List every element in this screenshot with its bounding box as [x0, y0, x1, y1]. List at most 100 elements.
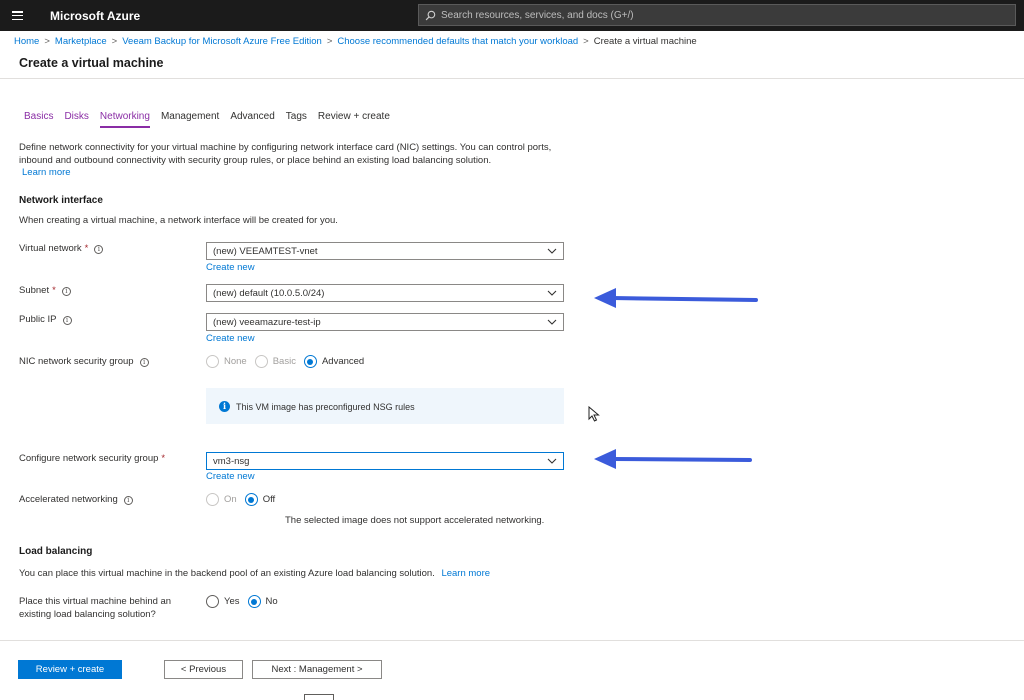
subnet-dropdown[interactable]: (new) default (10.0.5.0/24): [206, 284, 564, 302]
info-icon[interactable]: i: [123, 496, 133, 505]
chevron-down-icon: [547, 458, 557, 464]
create-new-vnet-link[interactable]: Create new: [206, 262, 255, 273]
review-create-button[interactable]: Review + create: [18, 660, 122, 679]
public-ip-value: (new) veeamazure-test-ip: [213, 317, 321, 328]
annotation-arrow-icon: [594, 449, 752, 469]
info-icon: i: [219, 401, 230, 412]
search-box[interactable]: Search resources, services, and docs (G+…: [418, 4, 1016, 26]
accelerated-radio-group: On Off: [206, 493, 283, 506]
taskbar-box: [304, 694, 334, 700]
previous-button[interactable]: < Previous: [164, 660, 243, 679]
section-heading-network-interface: Network interface: [19, 195, 103, 206]
accelerated-networking-label: Accelerated networking i: [19, 494, 133, 505]
radio-off[interactable]: Off: [244, 493, 276, 506]
breadcrumb-separator: >: [111, 36, 118, 47]
radio-circle[interactable]: [206, 595, 219, 608]
radio-none[interactable]: None: [206, 355, 247, 368]
breadcrumb-home[interactable]: Home: [14, 36, 39, 47]
network-interface-subtext: When creating a virtual machine, a netwo…: [19, 215, 338, 226]
configure-nsg-value: vm3-nsg: [213, 456, 250, 467]
info-icon[interactable]: i: [139, 358, 149, 367]
info-icon[interactable]: i: [94, 245, 104, 254]
divider: [0, 78, 1024, 79]
load-balancing-radio-group: Yes No: [206, 595, 286, 608]
radio-circle[interactable]: [206, 355, 219, 368]
tab-networking[interactable]: Networking: [99, 111, 150, 128]
info-box-text: This VM image has preconfigured NSG rule…: [236, 402, 415, 412]
nic-nsg-label-text: NIC network security group: [19, 356, 134, 367]
chevron-down-icon: [547, 248, 557, 254]
intro-description: Define network connectivity for your vir…: [19, 142, 552, 166]
info-icon[interactable]: i: [61, 287, 71, 296]
radio-yes[interactable]: Yes: [206, 595, 240, 608]
public-ip-dropdown[interactable]: (new) veeamazure-test-ip: [206, 313, 564, 331]
footer-divider: [0, 640, 1024, 641]
tab-tags[interactable]: Tags: [286, 111, 307, 128]
mouse-cursor-icon: [588, 406, 600, 422]
chevron-down-icon: [547, 319, 557, 325]
radio-circle[interactable]: [303, 355, 317, 368]
nic-nsg-radio-group: None Basic Advanced: [206, 355, 372, 368]
tab-disks[interactable]: Disks: [64, 111, 88, 128]
public-ip-label: Public IP i: [19, 314, 72, 325]
chevron-down-icon: [547, 290, 557, 296]
breadcrumb-separator: >: [326, 36, 333, 47]
brand-title[interactable]: Microsoft Azure: [50, 9, 140, 23]
tab-management[interactable]: Management: [161, 111, 219, 128]
annotation-arrow-icon: [594, 288, 758, 308]
virtual-network-label-text: Virtual network: [19, 243, 82, 254]
radio-advanced[interactable]: Advanced: [303, 355, 364, 368]
learn-more-link[interactable]: Learn more: [441, 568, 490, 579]
breadcrumb-separator: >: [583, 36, 589, 47]
required-marker: *: [52, 285, 56, 296]
learn-more-link[interactable]: Learn more: [22, 167, 71, 178]
subnet-label-text: Subnet: [19, 285, 50, 296]
menu-icon[interactable]: [12, 11, 23, 21]
radio-label: On: [224, 494, 237, 505]
nic-nsg-label: NIC network security group i: [19, 356, 149, 367]
breadcrumb-marketplace[interactable]: Marketplace: [55, 36, 107, 47]
breadcrumb-current: Create a virtual machine: [593, 36, 697, 47]
next-management-button[interactable]: Next : Management >: [252, 660, 382, 679]
tab-advanced[interactable]: Advanced: [230, 111, 274, 128]
tab-review-create[interactable]: Review + create: [318, 111, 390, 128]
virtual-network-label: Virtual network * i: [19, 243, 104, 254]
question-line-2: existing load balancing solution?: [19, 609, 156, 620]
radio-circle[interactable]: [254, 355, 268, 368]
radio-basic[interactable]: Basic: [254, 355, 296, 368]
configure-nsg-dropdown[interactable]: vm3-nsg: [206, 452, 564, 470]
tab-basics[interactable]: Basics: [24, 111, 53, 128]
top-bar: Microsoft Azure Search resources, servic…: [0, 0, 1024, 31]
public-ip-label-text: Public IP: [19, 314, 57, 325]
create-new-nsg-link[interactable]: Create new: [206, 471, 255, 482]
search-icon: [425, 10, 436, 21]
wizard-tabs: Basics Disks Networking Management Advan…: [24, 111, 401, 128]
breadcrumb: Home > Marketplace > Veeam Backup for Micros…: [14, 36, 697, 47]
create-new-public-ip-link[interactable]: Create new: [206, 333, 255, 344]
breadcrumb-veeam[interactable]: Veeam Backup for Microsoft Azure Free Ed…: [122, 36, 322, 47]
required-marker: *: [84, 243, 89, 254]
required-marker: *: [161, 453, 166, 464]
nsg-info-box: i This VM image has preconfigured NSG ru…: [206, 388, 564, 424]
question-line-1: Place this virtual machine behind an: [19, 596, 172, 607]
subnet-value: (new) default (10.0.5.0/24): [213, 288, 325, 299]
radio-label: None: [224, 356, 247, 367]
radio-circle[interactable]: [244, 493, 258, 506]
virtual-network-value: (new) VEEAMTEST-vnet: [213, 246, 318, 257]
virtual-network-dropdown[interactable]: (new) VEEAMTEST-vnet: [206, 242, 564, 260]
radio-no[interactable]: No: [247, 595, 278, 608]
radio-circle[interactable]: [247, 595, 261, 608]
radio-label: Yes: [224, 596, 240, 607]
search-placeholder[interactable]: Search resources, services, and docs (G+…: [441, 10, 634, 21]
radio-label: No: [265, 596, 278, 607]
load-balancing-question: Place this virtual machine behind an exi…: [19, 595, 171, 621]
breadcrumb-defaults[interactable]: Choose recommended defaults that match y…: [337, 36, 578, 47]
radio-circle[interactable]: [206, 493, 219, 506]
radio-on[interactable]: On: [206, 493, 237, 506]
radio-label: Off: [262, 494, 276, 505]
subnet-label: Subnet * i: [19, 285, 71, 296]
page-title: Create a virtual machine: [19, 56, 164, 70]
info-icon[interactable]: i: [62, 316, 72, 325]
load-balancing-subtext-text: You can place this virtual machine in th…: [19, 568, 435, 579]
radio-label: Basic: [272, 356, 296, 367]
